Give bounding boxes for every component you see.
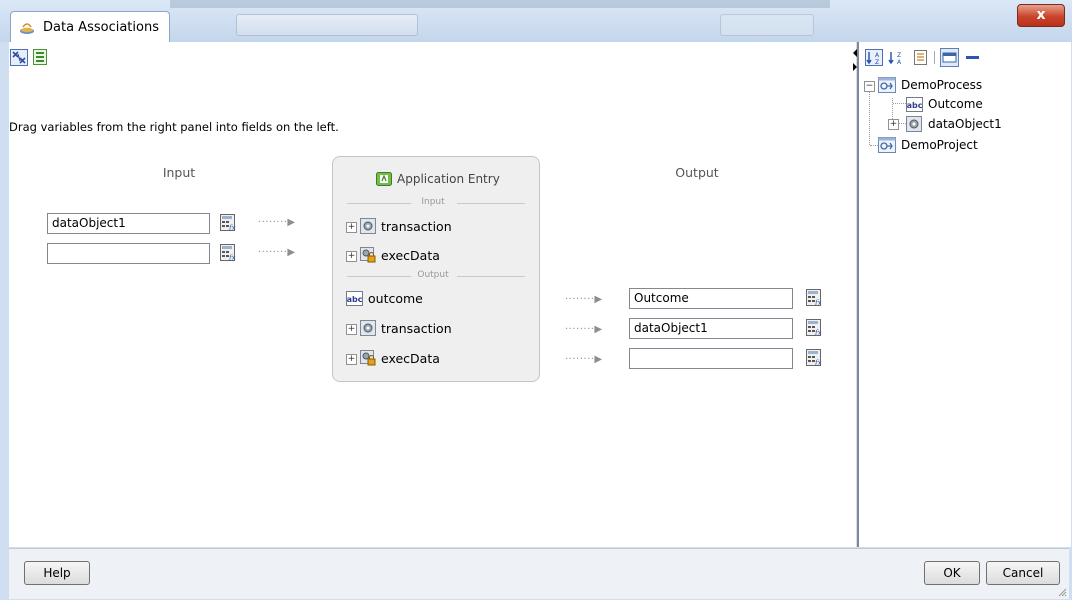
svg-text:fx: fx: [228, 224, 236, 231]
instruction-text: Drag variables from the right panel into…: [9, 120, 339, 134]
sort-descending-icon[interactable]: Z A: [887, 49, 905, 66]
output-separator: Output: [417, 270, 449, 280]
background-window-strip: [170, 0, 830, 8]
input-separator: Input: [421, 197, 445, 207]
expand-icon[interactable]: +: [346, 251, 357, 262]
list-view-icon[interactable]: [913, 49, 929, 66]
title-bar: Data Associations x: [0, 0, 1072, 43]
separator-line: [347, 276, 411, 277]
expand-icon[interactable]: +: [346, 354, 357, 365]
locked-object-icon: [360, 350, 376, 366]
collapse-node-icon[interactable]: −: [864, 81, 875, 92]
card-row-label: transaction: [381, 219, 452, 234]
svg-text:abc: abc: [347, 295, 363, 304]
output-field[interactable]: Outcome: [629, 288, 793, 309]
tree-item-label[interactable]: dataObject1: [928, 117, 1002, 131]
expand-icon[interactable]: +: [346, 324, 357, 335]
output-header: Output: [675, 165, 719, 180]
expand-icon[interactable]: +: [346, 222, 357, 233]
calculator-icon[interactable]: fx: [220, 214, 237, 231]
tree-item-label[interactable]: Outcome: [928, 97, 983, 111]
input-header: Input: [162, 165, 196, 180]
tree-connector: [893, 103, 906, 104]
abc-string-icon: abc: [346, 291, 363, 306]
mapping-arrow-icon: ········▶: [565, 294, 603, 305]
svg-text:fx: fx: [228, 254, 236, 261]
card-row-label: execData: [381, 351, 440, 366]
ok-button[interactable]: OK: [924, 561, 980, 585]
dialog-window: Data Associations x Drag variables from …: [0, 0, 1072, 600]
separator-line: [457, 203, 525, 204]
input-field[interactable]: dataObject1: [47, 213, 210, 234]
svg-text:fx: fx: [814, 299, 822, 306]
process-icon: [878, 137, 896, 153]
application-entry-icon: [376, 172, 392, 186]
splitter-handle-icon[interactable]: [852, 47, 858, 73]
window-title: Data Associations: [43, 20, 159, 35]
calculator-icon[interactable]: fx: [220, 244, 237, 261]
abc-string-icon: abc: [906, 97, 923, 112]
title-tab: Data Associations: [10, 11, 170, 43]
expression-builder-icon[interactable]: [32, 49, 50, 66]
help-button[interactable]: Help: [24, 561, 90, 585]
background-tab: [236, 14, 418, 36]
card-row-label: execData: [381, 248, 440, 263]
collapse-icon[interactable]: [964, 49, 982, 66]
input-field[interactable]: [47, 243, 210, 264]
tree-connector: [869, 90, 870, 145]
card-row-label: outcome: [368, 291, 423, 306]
variables-panel: A Z Z A − DemoProcess abc Outcome + data…: [853, 42, 1071, 547]
toolbar-divider: [934, 51, 935, 64]
tree-item-label[interactable]: DemoProject: [901, 138, 978, 152]
object-icon: [360, 218, 376, 234]
close-button[interactable]: x: [1017, 4, 1065, 27]
svg-text:fx: fx: [814, 329, 822, 336]
mapping-arrow-icon: ········▶: [565, 354, 603, 365]
show-panel-icon[interactable]: [940, 48, 959, 67]
sort-ascending-icon[interactable]: A Z: [865, 49, 883, 66]
resize-grip-icon[interactable]: [1057, 587, 1067, 597]
locked-object-icon: [360, 247, 376, 263]
svg-text:abc: abc: [907, 101, 923, 110]
calculator-icon[interactable]: fx: [806, 289, 823, 306]
tree-item-label[interactable]: DemoProcess: [901, 78, 982, 92]
calculator-icon[interactable]: fx: [806, 349, 823, 366]
background-tab: [720, 14, 814, 36]
output-field[interactable]: [629, 348, 793, 369]
mapping-arrow-icon: ········▶: [258, 217, 296, 228]
mapping-arrow-icon: ········▶: [258, 247, 296, 258]
auto-map-icon[interactable]: [10, 49, 28, 66]
svg-text:Z: Z: [875, 59, 879, 66]
svg-text:A: A: [897, 59, 902, 66]
separator-line: [347, 203, 411, 204]
svg-text:fx: fx: [814, 359, 822, 366]
card-row-label: transaction: [381, 321, 452, 336]
object-icon: [360, 320, 376, 336]
close-icon: x: [1036, 7, 1046, 23]
calculator-icon[interactable]: fx: [806, 319, 823, 336]
button-bar: Help OK Cancel: [9, 548, 1069, 599]
expand-node-icon[interactable]: +: [888, 119, 899, 130]
object-icon: [906, 116, 922, 132]
card-title: Application Entry: [397, 172, 500, 186]
data-association-icon: [20, 23, 34, 34]
mapping-arrow-icon: ········▶: [565, 324, 603, 335]
svg-text:Z: Z: [897, 52, 901, 59]
activity-card: Application Entry Input + transaction + …: [332, 156, 540, 382]
separator-line: [457, 276, 525, 277]
process-icon: [878, 77, 896, 93]
cancel-button[interactable]: Cancel: [986, 561, 1060, 585]
output-field[interactable]: dataObject1: [629, 318, 793, 339]
